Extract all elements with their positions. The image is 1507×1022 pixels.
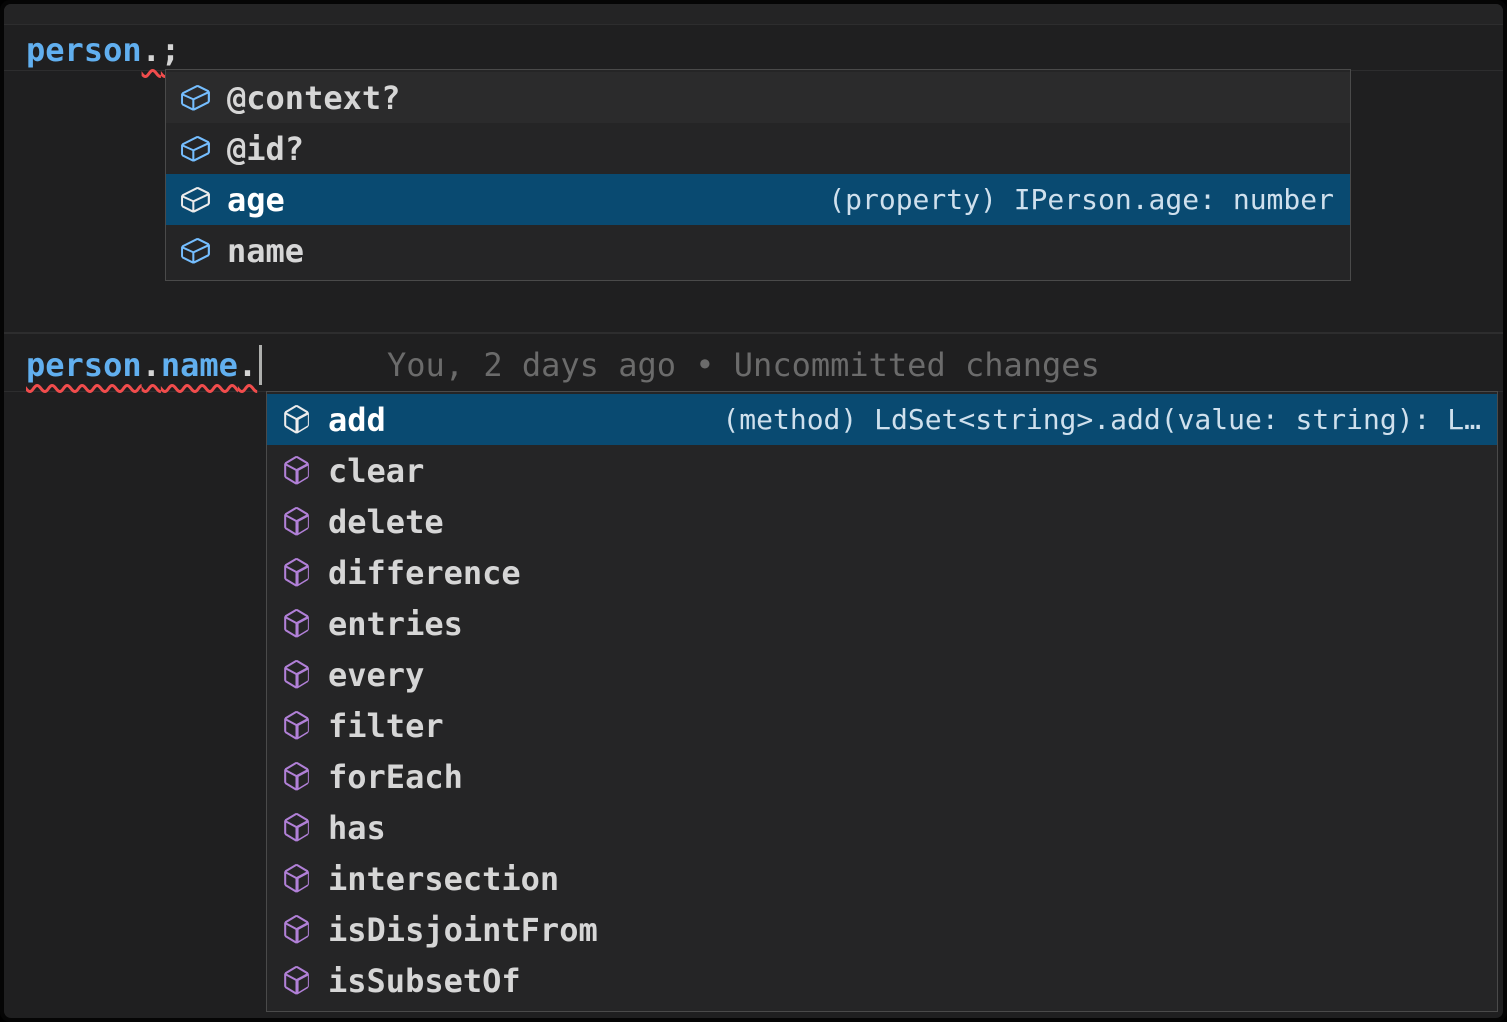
suggestion-item-intersection[interactable]: intersection [267,853,1497,904]
symbol-method-icon [280,709,313,742]
suggestion-item-clear[interactable]: clear [267,445,1497,496]
symbol-method-icon [280,403,313,436]
suggestion-item-delete[interactable]: delete [267,496,1497,547]
suggestion-detail: (property) IPerson.age: number [828,183,1334,216]
suggestion-item-id[interactable]: @id? [166,123,1350,174]
suggestion-item-context[interactable]: @context? [166,72,1350,123]
symbol-method-icon [280,607,313,640]
suggestion-item-name[interactable]: name [166,225,1350,276]
code-token-dot: . [238,346,257,384]
suggestion-item-filter[interactable]: filter [267,700,1497,751]
code-token-name: name [161,346,238,384]
suggestion-label: age [227,181,285,219]
suggestion-label: intersection [328,860,559,898]
code-token-person: person [26,346,142,384]
symbol-field-icon [179,183,212,216]
symbol-field-icon [179,234,212,267]
suggest-widget-top: @context? @id? age (property) IPerson.ag… [165,69,1351,281]
suggestion-item-isdisjointfrom[interactable]: isDisjointFrom [267,904,1497,955]
suggestion-label: @context? [227,79,400,117]
suggestion-item-every[interactable]: every [267,649,1497,700]
symbol-method-icon [280,811,313,844]
suggest-widget-bottom: add (method) LdSet<string>.add(value: st… [266,391,1498,1012]
symbol-method-icon [280,505,313,538]
symbol-method-icon [280,913,313,946]
symbol-method-icon [280,964,313,997]
suggestion-label: every [328,656,424,694]
text-cursor [259,345,262,385]
suggestion-label: has [328,809,386,847]
editor-surface[interactable]: person.; @context? @id? age (p [4,4,1503,1018]
suggestion-label: @id? [227,130,304,168]
suggestion-item-foreach[interactable]: forEach [267,751,1497,802]
code-token-dot-semicolon-error: .; [142,31,181,69]
suggestion-item-issubsetof[interactable]: isSubsetOf [267,955,1497,1006]
suggestion-label: delete [328,503,444,541]
suggestion-label: name [227,232,304,270]
symbol-field-icon [179,81,212,114]
symbol-field-icon [179,132,212,165]
vscode-editor-screenshot: person.; @context? @id? age (p [0,0,1507,1022]
code-line-person[interactable]: person.; [26,28,180,72]
symbol-method-icon [280,658,313,691]
current-line-border [4,332,1503,334]
code-line-person-name[interactable]: person.name. [26,343,257,387]
symbol-method-icon [280,454,313,487]
suggestion-label: filter [328,707,444,745]
suggestion-label: add [328,401,386,439]
suggestion-item-add-selected[interactable]: add (method) LdSet<string>.add(value: st… [267,394,1497,445]
suggestion-label: difference [328,554,521,592]
suggestion-label: clear [328,452,424,490]
suggestion-detail: (method) LdSet<string>.add(value: string… [722,403,1481,436]
suggestion-item-has[interactable]: has [267,802,1497,853]
git-blame-annotation: You, 2 days ago • Uncommitted changes [387,343,1100,387]
symbol-method-icon [280,556,313,589]
suggestion-label: forEach [328,758,463,796]
code-token-person: person [26,31,142,69]
code-token-dot: . [142,346,161,384]
suggestion-label: entries [328,605,463,643]
suggestion-label: isDisjointFrom [328,911,598,949]
suggestion-item-entries[interactable]: entries [267,598,1497,649]
suggestion-item-age-selected[interactable]: age (property) IPerson.age: number [166,174,1350,225]
suggestion-item-difference[interactable]: difference [267,547,1497,598]
current-line-highlight-top [4,4,1503,25]
symbol-method-icon [280,760,313,793]
suggestion-label: isSubsetOf [328,962,521,1000]
symbol-method-icon [280,862,313,895]
